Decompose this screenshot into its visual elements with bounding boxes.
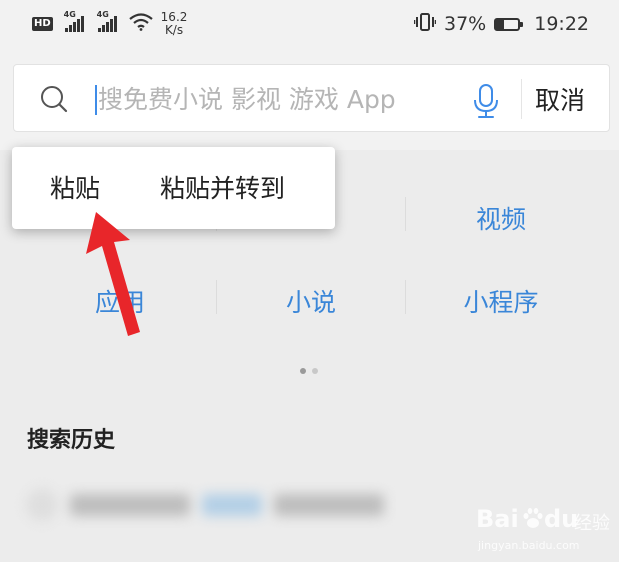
quick-link-novels[interactable]: 小说	[211, 283, 411, 319]
search-icon	[40, 85, 68, 113]
quick-link-video[interactable]: 视频	[401, 200, 601, 236]
search-divider	[521, 79, 522, 119]
signal-1-label: 4G	[63, 10, 76, 19]
watermark-suffix: 经验	[574, 513, 610, 534]
watermark-url: jingyan.baidu.com	[478, 539, 580, 552]
battery-icon	[494, 17, 524, 31]
text-caret	[95, 85, 97, 115]
status-bar: HD 4G 4G 16.2 K/s 37% 19:22	[0, 0, 619, 48]
history-item-blurred[interactable]	[26, 483, 426, 527]
paste-and-go-button[interactable]: 粘贴并转到	[160, 169, 285, 205]
cancel-button[interactable]: 取消	[535, 79, 611, 119]
watermark-bai: Bai	[476, 505, 519, 533]
signal-icon-2: 4G	[97, 10, 117, 32]
paw-icon	[522, 507, 544, 535]
net-speed-value: 16.2	[160, 10, 188, 24]
net-speed: 16.2 K/s	[161, 11, 188, 37]
signal-icon-1: 4G	[64, 10, 84, 32]
page-dot-active	[300, 368, 306, 374]
hd-badge: HD	[32, 17, 53, 31]
battery-percent: 37%	[444, 13, 487, 35]
search-history-title: 搜索历史	[27, 428, 116, 453]
search-bar: 取消	[13, 64, 610, 132]
net-speed-unit: K/s	[164, 23, 184, 37]
page-indicator	[300, 368, 318, 374]
quick-link-mini-programs[interactable]: 小程序	[401, 283, 601, 319]
quick-link-divider	[405, 197, 406, 231]
signal-2-label: 4G	[96, 10, 109, 19]
red-arrow-icon	[84, 210, 144, 340]
clock: 19:22	[534, 13, 589, 35]
status-bar-left: HD 4G 4G 16.2 K/s	[32, 10, 188, 37]
vibrate-icon	[413, 12, 437, 37]
page-dot	[312, 368, 318, 374]
battery-fill	[496, 19, 505, 29]
search-input[interactable]	[98, 79, 428, 119]
baidu-jingyan-watermark: Bai du 经验 jingyan.baidu.com	[474, 505, 619, 560]
paste-context-menu: 粘贴 粘贴并转到	[12, 147, 335, 229]
status-bar-right: 37% 19:22	[413, 12, 589, 37]
microphone-icon[interactable]	[472, 83, 500, 119]
paste-button[interactable]: 粘贴	[50, 169, 100, 205]
wifi-icon	[128, 12, 153, 36]
